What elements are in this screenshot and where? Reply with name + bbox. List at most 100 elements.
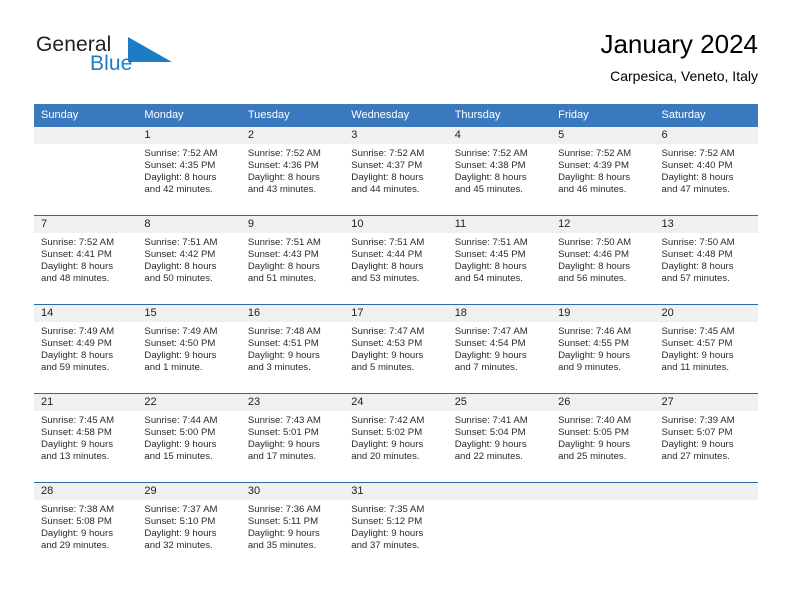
daylight-text-line2: and 47 minutes. [661,184,730,196]
sunrise-text: Sunrise: 7:50 AM [558,237,632,248]
daylight-text-line2: and 13 minutes. [41,451,110,463]
sunrise-text: Sunrise: 7:52 AM [454,148,528,159]
day-cell[interactable]: 11 Sunrise: 7:51 AM Sunset: 4:45 PM Dayl… [447,215,552,305]
day-details: Sunrise: 7:49 AM Sunset: 4:50 PM Dayligh… [137,322,240,393]
day-number: 1 [137,127,241,144]
day-cell[interactable] [447,482,552,571]
calendar-body: 1 Sunrise: 7:52 AM Sunset: 4:35 PM Dayli… [34,127,758,571]
day-cell[interactable]: 7 Sunrise: 7:52 AM Sunset: 4:41 PM Dayli… [34,215,138,305]
day-cell[interactable]: 4 Sunrise: 7:52 AM Sunset: 4:38 PM Dayli… [447,127,552,216]
day-cell[interactable]: 13 Sunrise: 7:50 AM Sunset: 4:48 PM Dayl… [654,215,758,305]
day-cell[interactable]: 2 Sunrise: 7:52 AM Sunset: 4:36 PM Dayli… [240,127,345,216]
day-cell[interactable]: 16 Sunrise: 7:48 AM Sunset: 4:51 PM Dayl… [240,304,345,394]
day-cell[interactable]: 8 Sunrise: 7:51 AM Sunset: 4:42 PM Dayli… [137,215,241,305]
day-cell[interactable] [654,482,758,571]
day-details: Sunrise: 7:35 AM Sunset: 5:12 PM Dayligh… [344,500,447,571]
day-details: Sunrise: 7:47 AM Sunset: 4:53 PM Dayligh… [344,322,447,393]
day-cell[interactable]: 1 Sunrise: 7:52 AM Sunset: 4:35 PM Dayli… [137,127,241,216]
daylight-text-line1: Daylight: 9 hours [247,350,320,362]
daylight-text-line1: Daylight: 9 hours [454,439,527,451]
day-details: Sunrise: 7:48 AM Sunset: 4:51 PM Dayligh… [241,322,344,393]
sunset-text: Sunset: 4:50 PM [144,338,216,350]
sunset-text: Sunset: 4:57 PM [661,338,733,350]
sunrise-text: Sunrise: 7:51 AM [351,237,425,248]
calendar-table: Sunday Monday Tuesday Wednesday Thursday… [34,104,758,571]
sunrise-text: Sunrise: 7:47 AM [454,326,528,337]
day-cell[interactable]: 18 Sunrise: 7:47 AM Sunset: 4:54 PM Dayl… [447,304,552,394]
day-details: Sunrise: 7:42 AM Sunset: 5:02 PM Dayligh… [344,411,447,482]
day-cell[interactable]: 29 Sunrise: 7:37 AM Sunset: 5:10 PM Dayl… [137,482,241,571]
day-details: Sunrise: 7:49 AM Sunset: 4:49 PM Dayligh… [34,322,137,393]
day-details: Sunrise: 7:37 AM Sunset: 5:10 PM Dayligh… [137,500,240,571]
day-details: Sunrise: 7:52 AM Sunset: 4:39 PM Dayligh… [551,144,654,215]
day-cell[interactable]: 17 Sunrise: 7:47 AM Sunset: 4:53 PM Dayl… [344,304,448,394]
day-cell[interactable]: 20 Sunrise: 7:45 AM Sunset: 4:57 PM Dayl… [654,304,758,394]
day-cell[interactable]: 22 Sunrise: 7:44 AM Sunset: 5:00 PM Dayl… [137,393,241,483]
sunset-text: Sunset: 4:36 PM [247,160,319,172]
daylight-text-line2: and 48 minutes. [41,273,110,285]
day-cell[interactable]: 14 Sunrise: 7:49 AM Sunset: 4:49 PM Dayl… [34,304,138,394]
weekday-header-thursday: Thursday [447,104,552,127]
day-cell[interactable]: 15 Sunrise: 7:49 AM Sunset: 4:50 PM Dayl… [137,304,241,394]
day-cell[interactable]: 21 Sunrise: 7:45 AM Sunset: 4:58 PM Dayl… [34,393,138,483]
sunset-text: Sunset: 5:00 PM [144,427,216,439]
daylight-text-line1: Daylight: 8 hours [558,172,631,184]
daylight-text-line2: and 27 minutes. [661,451,730,463]
day-number: 27 [654,394,758,411]
day-cell[interactable]: 19 Sunrise: 7:46 AM Sunset: 4:55 PM Dayl… [551,304,655,394]
day-number: 7 [34,216,138,233]
sunset-text: Sunset: 4:42 PM [144,249,216,261]
day-details: Sunrise: 7:44 AM Sunset: 5:00 PM Dayligh… [137,411,240,482]
day-cell[interactable]: 27 Sunrise: 7:39 AM Sunset: 5:07 PM Dayl… [654,393,758,483]
sunrise-text: Sunrise: 7:52 AM [247,148,321,159]
daylight-text-line1: Daylight: 8 hours [454,261,527,273]
day-details: Sunrise: 7:50 AM Sunset: 4:46 PM Dayligh… [551,233,654,304]
daylight-text-line1: Daylight: 8 hours [351,261,424,273]
daylight-text-line1: Daylight: 9 hours [41,439,113,451]
day-number: 4 [447,127,552,144]
day-cell[interactable]: 6 Sunrise: 7:52 AM Sunset: 4:40 PM Dayli… [654,127,758,216]
sunset-text: Sunset: 4:39 PM [558,160,630,172]
day-number: 19 [551,305,655,322]
calendar-week-row: 14 Sunrise: 7:49 AM Sunset: 4:49 PM Dayl… [34,304,758,394]
daylight-text-line2: and 29 minutes. [41,540,110,552]
sunrise-text: Sunrise: 7:52 AM [144,148,218,159]
day-cell[interactable]: 30 Sunrise: 7:36 AM Sunset: 5:11 PM Dayl… [240,482,345,571]
day-cell[interactable]: 12 Sunrise: 7:50 AM Sunset: 4:46 PM Dayl… [551,215,655,305]
day-details: Sunrise: 7:51 AM Sunset: 4:45 PM Dayligh… [448,233,551,304]
day-cell[interactable]: 9 Sunrise: 7:51 AM Sunset: 4:43 PM Dayli… [240,215,345,305]
sunrise-text: Sunrise: 7:49 AM [41,326,115,337]
sunset-text: Sunset: 4:35 PM [144,160,216,172]
day-cell[interactable]: 3 Sunrise: 7:52 AM Sunset: 4:37 PM Dayli… [344,127,448,216]
day-cell[interactable]: 24 Sunrise: 7:42 AM Sunset: 5:02 PM Dayl… [344,393,448,483]
daylight-text-line2: and 37 minutes. [351,540,420,552]
sunset-text: Sunset: 4:45 PM [454,249,526,261]
daylight-text-line1: Daylight: 8 hours [661,261,734,273]
day-number: 8 [137,216,241,233]
daylight-text-line2: and 35 minutes. [247,540,317,552]
day-details: Sunrise: 7:51 AM Sunset: 4:43 PM Dayligh… [241,233,344,304]
sunset-text: Sunset: 4:58 PM [41,427,112,439]
day-cell[interactable]: 28 Sunrise: 7:38 AM Sunset: 5:08 PM Dayl… [34,482,138,571]
sunrise-text: Sunrise: 7:52 AM [558,148,632,159]
day-cell[interactable] [551,482,655,571]
day-cell[interactable]: 23 Sunrise: 7:43 AM Sunset: 5:01 PM Dayl… [240,393,345,483]
day-cell[interactable]: 10 Sunrise: 7:51 AM Sunset: 4:44 PM Dayl… [344,215,448,305]
title-block: January 2024 Carpesica, Veneto, Italy [600,28,758,86]
daylight-text-line1: Daylight: 9 hours [351,439,424,451]
sunrise-text: Sunrise: 7:50 AM [661,237,735,248]
day-cell[interactable] [34,127,138,216]
sunrise-text: Sunrise: 7:49 AM [144,326,218,337]
sunrise-text: Sunrise: 7:51 AM [454,237,528,248]
day-details: Sunrise: 7:41 AM Sunset: 5:04 PM Dayligh… [448,411,551,482]
sunrise-text: Sunrise: 7:45 AM [41,415,115,426]
day-cell[interactable]: 25 Sunrise: 7:41 AM Sunset: 5:04 PM Dayl… [447,393,552,483]
day-details: Sunrise: 7:52 AM Sunset: 4:35 PM Dayligh… [137,144,240,215]
day-cell[interactable]: 31 Sunrise: 7:35 AM Sunset: 5:12 PM Dayl… [344,482,448,571]
day-cell[interactable]: 5 Sunrise: 7:52 AM Sunset: 4:39 PM Dayli… [551,127,655,216]
day-cell[interactable]: 26 Sunrise: 7:40 AM Sunset: 5:05 PM Dayl… [551,393,655,483]
sunrise-text: Sunrise: 7:41 AM [454,415,528,426]
sunrise-text: Sunrise: 7:44 AM [144,415,218,426]
daylight-text-line1: Daylight: 8 hours [247,261,320,273]
daylight-text-line2: and 44 minutes. [351,184,420,196]
